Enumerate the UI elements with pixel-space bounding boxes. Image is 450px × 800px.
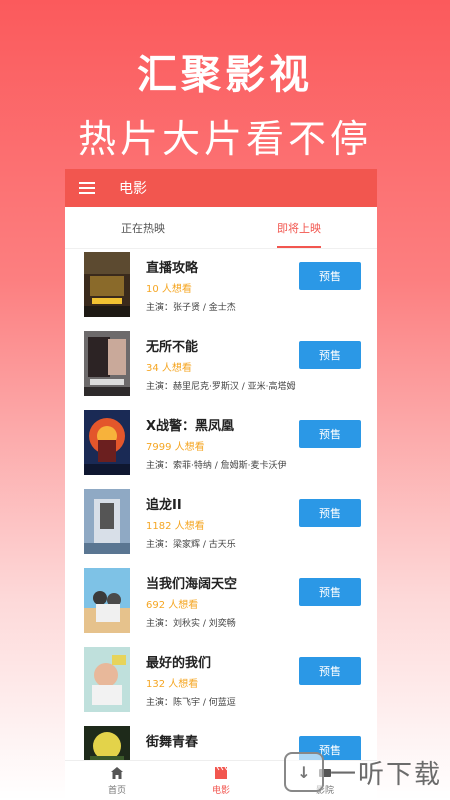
presale-button[interactable]: 预售 [299,262,361,290]
presale-button[interactable]: 预售 [299,578,361,606]
movie-list: 直播攻略 10 人想看 主演：张子贤 / 金士杰 预售 无所不能 34 人想看 … [65,249,377,800]
movie-cast: 主演：赫里尼克·罗斯汉 / 亚米·高塔姆 [146,382,296,392]
want-count: 7999 人想看 [146,442,205,453]
app-bar-title: 电影 [119,181,147,197]
clapperboard-icon [214,765,228,781]
movie-poster[interactable] [84,410,130,475]
movie-cast: 主演：索菲·特纳 / 詹姆斯·麦卡沃伊 [146,461,287,471]
movie-title: 街舞青春 [146,735,199,750]
movie-poster[interactable] [84,331,130,396]
movie-cast: 主演：刘秋实 / 刘奕畅 [146,619,236,629]
list-item[interactable]: 直播攻略 10 人想看 主演：张子贤 / 金士杰 预售 [65,249,377,328]
list-item[interactable]: X战警：黑凤凰 7999 人想看 主演：索菲·特纳 / 詹姆斯·麦卡沃伊 预售 [65,407,377,486]
movie-poster[interactable] [84,568,130,633]
nav-item-home[interactable]: 首页 [65,761,169,800]
presale-button[interactable]: 预售 [299,420,361,448]
watermark: ↓ 一听下载 [283,752,442,792]
movie-title: 直播攻略 [146,261,199,276]
hero-subtitle: 热片大片看不停 [77,117,372,161]
list-item[interactable]: 当我们海阔天空 692 人想看 主演：刘秋实 / 刘奕畅 预售 [65,565,377,644]
movie-poster[interactable] [84,647,130,712]
presale-button[interactable]: 预售 [299,341,361,369]
nav-item-movies[interactable]: 电影 [169,761,273,800]
presale-button[interactable]: 预售 [299,657,361,685]
home-icon [110,765,124,781]
watermark-logo-icon: ↓ [283,752,324,792]
want-count: 34 人想看 [146,363,192,374]
nav-label: 电影 [211,786,230,796]
movie-cast: 主演：梁家辉 / 古天乐 [146,540,236,550]
movie-cast: 主演：陈飞宇 / 何蓝逗 [146,698,236,708]
tab-now-showing[interactable]: 正在热映 [65,207,221,248]
nav-label: 首页 [107,786,126,796]
want-count: 692 人想看 [146,600,199,611]
movie-title: 最好的我们 [146,656,212,671]
want-count: 1182 人想看 [146,521,205,532]
hero-title: 汇聚影视 [137,52,313,98]
movie-poster[interactable] [84,252,130,317]
watermark-text: 一听下载 [329,759,442,790]
movie-title: X战警：黑凤凰 [146,419,235,434]
movie-title: 追龙II [146,498,182,513]
list-item[interactable]: 最好的我们 132 人想看 主演：陈飞宇 / 何蓝逗 预售 [65,644,377,723]
app-bar: 电影 [65,169,377,207]
tab-coming-soon[interactable]: 即将上映 [221,207,377,248]
movie-title: 当我们海阔天空 [146,577,238,592]
list-item[interactable]: 无所不能 34 人想看 主演：赫里尼克·罗斯汉 / 亚米·高塔姆 预售 [65,328,377,407]
presale-button[interactable]: 预售 [299,499,361,527]
want-count: 10 人想看 [146,284,192,295]
tab-bar: 正在热映 即将上映 [65,207,377,249]
movie-poster[interactable] [84,489,130,554]
phone-screen: 电影 正在热映 即将上映 直播攻略 10 人想看 主演：张子贤 / 金士杰 预售… [65,169,377,800]
want-count: 132 人想看 [146,679,199,690]
movie-title: 无所不能 [146,340,199,355]
list-item[interactable]: 追龙II 1182 人想看 主演：梁家辉 / 古天乐 预售 [65,486,377,565]
movie-cast: 主演：张子贤 / 金士杰 [146,303,236,313]
menu-icon[interactable] [79,182,95,194]
